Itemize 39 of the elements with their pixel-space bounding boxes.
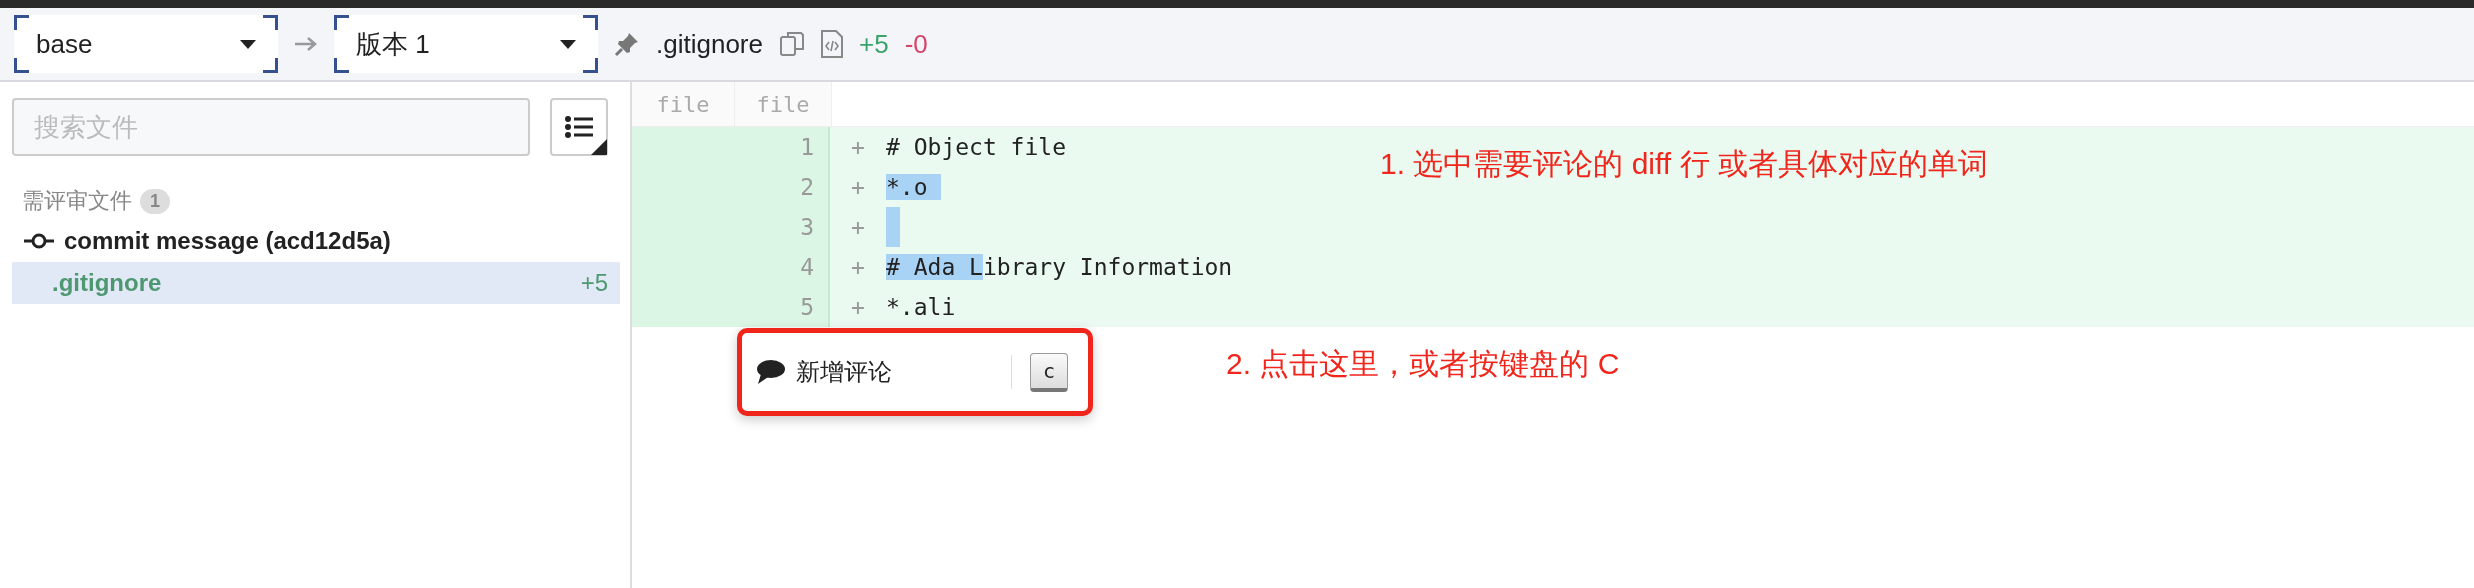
list-icon [565,116,593,138]
line-number: 3 [800,214,814,240]
keyboard-key: c [1030,352,1068,392]
added-sign: + [850,134,866,160]
arrow-icon [294,36,318,52]
added-sign: + [850,174,866,200]
add-comment-button[interactable]: 新增评论 [756,356,892,388]
column-header: file [735,82,832,126]
line-number: 1 [800,134,814,160]
added-sign: + [850,214,866,240]
version-select[interactable]: 版本 1 [334,15,598,73]
deletions-count: -0 [904,28,928,60]
column-header: file [632,82,735,126]
line-number: 5 [800,294,814,320]
code-line: *.ali [886,293,956,322]
pin-icon[interactable] [614,31,640,57]
annotation-text: 2. 点击这里，或者按键盘的 C [1226,346,1620,382]
copy-icon[interactable] [778,31,805,57]
count-badge: 1 [140,188,170,214]
added-sign: + [850,294,866,320]
line-number: 4 [800,254,814,280]
code-file-icon[interactable] [820,30,843,58]
caret-icon [240,39,256,49]
corner-triangle-icon [591,139,607,155]
caret-icon [560,39,576,49]
search-field[interactable]: 搜索文件 [12,98,530,156]
speech-bubble-icon [756,359,786,385]
base-select[interactable]: base [14,15,278,73]
code-line: # Object file [886,133,1066,162]
code-line: # Ada Library Information [886,253,1233,282]
annotation-text: 1. 选中需要评论的 diff 行 或者具体对应的单词 [1380,146,1988,182]
list-view-button[interactable] [550,98,608,156]
added-sign: + [850,254,866,280]
file-name: .gitignore [656,28,763,60]
commit-icon [24,233,54,249]
additions-count: +5 [858,28,889,60]
section-title: 需评审文件 [22,187,132,215]
line-number: 2 [800,174,814,200]
commit-item[interactable]: commit message (acd12d5a) [12,220,620,262]
